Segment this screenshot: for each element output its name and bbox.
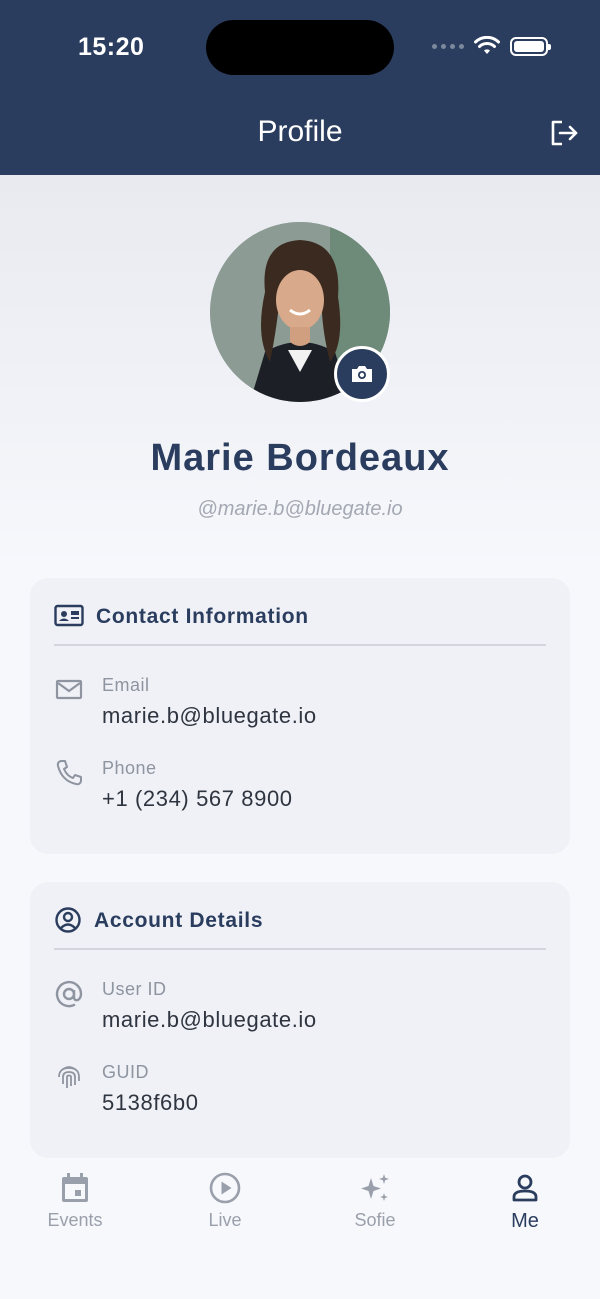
user-id-value: marie.b@bluegate.io <box>102 1007 317 1032</box>
account-card-title: Account Details <box>94 909 264 932</box>
signal-icon <box>432 43 464 49</box>
account-card-header: Account Details <box>54 906 546 950</box>
contact-card-header: Contact Information <box>54 602 546 646</box>
tab-events[interactable]: Events <box>0 1172 150 1231</box>
status-icons <box>432 36 551 56</box>
user-id-label: User ID <box>102 979 167 999</box>
tab-sofie-label: Sofie <box>354 1210 396 1230</box>
contact-card-title: Contact Information <box>96 605 309 628</box>
dynamic-island <box>206 20 394 75</box>
tab-live-label: Live <box>208 1210 242 1230</box>
phone-icon <box>56 760 82 786</box>
tab-live[interactable]: Live <box>150 1172 300 1231</box>
profile-name: Marie Bordeaux <box>150 437 450 479</box>
phone-value: +1 (234) 567 8900 <box>102 786 293 811</box>
account-circle-icon <box>55 907 81 933</box>
tab-me[interactable]: Me <box>450 1172 600 1233</box>
guid-value: 5138f6b0 <box>102 1090 199 1115</box>
phone-row: Phone +1 (234) 567 8900 <box>54 758 546 828</box>
email-value: marie.b@bluegate.io <box>102 703 317 728</box>
logout-icon[interactable] <box>548 117 580 149</box>
change-photo-button[interactable] <box>334 346 390 402</box>
battery-icon <box>510 36 551 56</box>
guid-label: GUID <box>102 1062 149 1082</box>
contact-information-card: Contact Information Email marie.b@bluega… <box>30 578 570 854</box>
camera-icon <box>352 366 372 382</box>
contact-card-icon <box>54 604 84 627</box>
app-header: 15:20 Profile <box>0 0 600 175</box>
mail-icon <box>55 679 83 700</box>
at-sign-icon <box>55 980 83 1008</box>
email-row: Email marie.b@bluegate.io <box>54 675 546 745</box>
avatar-container <box>210 222 390 402</box>
user-id-row: User ID marie.b@bluegate.io <box>54 979 546 1049</box>
tab-events-label: Events <box>47 1210 103 1230</box>
bottom-tab-bar: Events Live Sofie Me <box>0 1160 600 1299</box>
phone-label: Phone <box>102 758 157 778</box>
tab-sofie[interactable]: Sofie <box>300 1172 450 1231</box>
profile-handle: @marie.b@bluegate.io <box>197 498 403 520</box>
wifi-icon <box>474 36 500 54</box>
sparkle-icon <box>361 1174 389 1201</box>
play-icon <box>209 1172 241 1204</box>
account-details-card: Account Details User ID marie.b@bluegate… <box>30 882 570 1158</box>
tab-me-label: Me <box>511 1210 539 1232</box>
email-label: Email <box>102 675 150 695</box>
page-title: Profile <box>257 115 343 148</box>
calendar-icon <box>62 1173 88 1202</box>
status-time: 15:20 <box>78 33 145 61</box>
fingerprint-icon <box>58 1066 80 1088</box>
person-icon <box>512 1174 538 1202</box>
guid-row: GUID 5138f6b0 <box>54 1062 546 1132</box>
